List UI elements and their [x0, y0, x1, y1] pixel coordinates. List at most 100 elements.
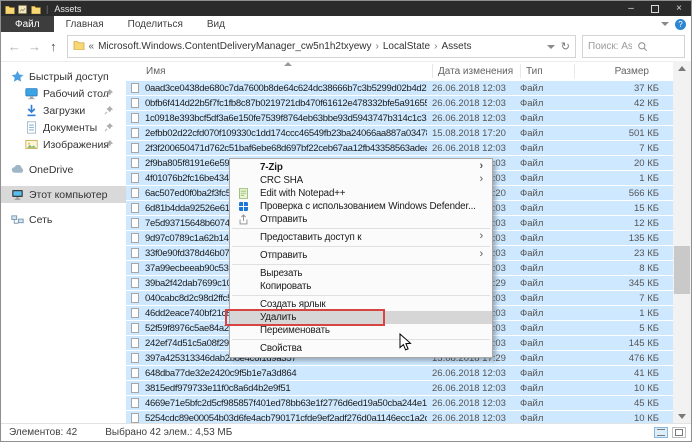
file-type: Файл	[520, 397, 544, 409]
address-bar[interactable]: « Microsoft.Windows.ContentDeliveryManag…	[66, 35, 576, 58]
file-size: 23 КБ	[634, 247, 659, 259]
file-type: Файл	[520, 307, 544, 319]
column-header-name[interactable]: Имя	[126, 64, 433, 78]
file-date: 26.06.2018 12:03	[432, 412, 506, 424]
sidebar-item-network[interactable]: Сеть	[1, 211, 126, 228]
menu-item-проверка-с-использованием-windows-defender-[interactable]: Проверка с использованием Windows Defend…	[230, 200, 492, 213]
sidebar-item-label: Быстрый доступ	[29, 70, 109, 83]
qa-properties-icon[interactable]	[18, 4, 28, 14]
icons-view-button[interactable]	[672, 427, 686, 438]
column-header-size[interactable]: Размер	[575, 64, 673, 78]
menu-item-удалить[interactable]: Удалить	[225, 309, 492, 326]
scroll-down-icon[interactable]	[673, 409, 691, 424]
tab-share[interactable]: Поделиться	[116, 16, 195, 32]
qa-newfolder-icon[interactable]	[31, 5, 41, 14]
file-icon	[131, 203, 139, 213]
sidebar-item-label: Рабочий стол	[43, 87, 109, 100]
file-name: 5254cdc89e00054b03d6fe4acb790171cfde9ef2…	[145, 412, 427, 424]
sidebar-item-star[interactable]: Быстрый доступ	[1, 68, 126, 85]
file-row[interactable]: 2f3f200650471d762c51baf6ebe68d697bf22ceb…	[126, 141, 673, 156]
tab-home[interactable]: Главная	[54, 16, 116, 32]
maximize-button[interactable]	[643, 1, 667, 16]
menu-item-label: Создать ярлык	[260, 299, 326, 310]
up-button[interactable]: ↑	[50, 40, 57, 53]
menu-item-label: Копировать	[260, 281, 312, 292]
file-type: Файл	[520, 217, 544, 229]
pin-icon	[104, 139, 114, 152]
file-type: Файл	[520, 352, 544, 364]
menu-item-edit-with-notepad++[interactable]: Edit with Notepad++	[230, 187, 492, 200]
tab-file[interactable]: Файл	[1, 16, 54, 32]
file-icon	[131, 158, 139, 168]
menu-item-копировать[interactable]: Копировать	[230, 280, 492, 293]
address-dropdown-icon[interactable]	[546, 44, 555, 49]
desktop-icon	[25, 87, 38, 100]
file-type: Файл	[520, 262, 544, 274]
file-row[interactable]: 0bfb6f414d22b5f7fc1fb8c87b0219721db470f6…	[126, 96, 673, 111]
help-icon[interactable]: ?	[675, 18, 686, 30]
menu-item-crc-sha[interactable]: CRC SHA ›	[230, 174, 492, 187]
breadcrumb-overflow[interactable]: «	[89, 41, 95, 52]
file-size: 5 КБ	[639, 112, 659, 124]
menu-item-label: CRC SHA	[260, 175, 304, 186]
ribbon-expand-icon[interactable]	[661, 22, 669, 26]
search-box[interactable]: Поиск: Assets	[582, 35, 685, 58]
tab-view[interactable]: Вид	[195, 16, 237, 32]
file-row[interactable]: 0aad3ce0438de680c7da7600b8de64c624dc3866…	[126, 81, 673, 96]
scroll-up-icon[interactable]	[673, 61, 691, 76]
menu-item-label: Edit with Notepad++	[260, 188, 346, 199]
column-header-date[interactable]: Дата изменения	[433, 64, 521, 78]
menu-item-создать-ярлык[interactable]: Создать ярлык	[230, 298, 492, 311]
file-type: Файл	[520, 247, 544, 259]
menu-item-переименовать[interactable]: Переименовать	[230, 324, 492, 337]
breadcrumb-segment-3[interactable]: Assets	[441, 41, 471, 52]
file-row[interactable]: 648dba77de32e2420c9f5b1e7a3d864 26.06.201…	[126, 366, 673, 381]
file-size: 10 КБ	[634, 412, 659, 424]
file-size: 345 КБ	[628, 277, 659, 289]
computer-icon	[11, 188, 24, 201]
search-icon[interactable]	[632, 41, 681, 52]
document-icon	[25, 121, 38, 134]
file-row[interactable]: 2efbb02d22cfd070f109330c1dd174ccc46549fb…	[126, 126, 673, 141]
menu-item-label: 7-Zip	[260, 162, 283, 173]
menu-item-отправить[interactable]: Отправить	[230, 213, 492, 226]
window-controls: – ×	[619, 1, 691, 16]
minimize-button[interactable]: –	[619, 1, 643, 16]
refresh-icon[interactable]: ↻	[561, 40, 570, 53]
menu-item-свойства[interactable]: Свойства	[230, 342, 492, 355]
sidebar-item-computer[interactable]: Этот компьютер	[1, 186, 126, 203]
menu-item-отправить[interactable]: Отправить ›	[230, 249, 492, 262]
star-icon	[11, 70, 24, 83]
picture-icon	[25, 138, 38, 151]
sidebar-item-document[interactable]: Документы	[1, 119, 126, 136]
file-row[interactable]: 4669e71e5bfc2d5cf985857f401ed78bb63e1f27…	[126, 396, 673, 411]
file-size: 566 КБ	[628, 187, 659, 199]
file-icon	[131, 383, 139, 393]
menu-item-предоставить-доступ-к[interactable]: Предоставить доступ к ›	[230, 231, 492, 244]
file-type: Файл	[520, 367, 544, 379]
menu-item-вырезать[interactable]: Вырезать	[230, 267, 492, 280]
close-button[interactable]: ×	[667, 1, 691, 16]
sidebar-item-picture[interactable]: Изображения	[1, 136, 126, 153]
sidebar-item-cloud[interactable]: OneDrive	[1, 161, 126, 178]
sidebar-item-desktop[interactable]: Рабочий стол	[1, 85, 126, 102]
details-view-button[interactable]	[654, 427, 668, 438]
file-icon	[131, 263, 139, 273]
file-type: Файл	[520, 292, 544, 304]
selection-summary: Выбрано 42 элем.: 4,53 МБ	[105, 427, 233, 438]
forward-button[interactable]: →	[28, 40, 41, 53]
breadcrumb-segment-2[interactable]: LocalState	[383, 41, 430, 52]
file-row[interactable]: 3815edf979733e11f0c8a6d4b2e9f51 26.06.201…	[126, 381, 673, 396]
vertical-scrollbar[interactable]	[673, 61, 691, 424]
file-icon	[131, 323, 139, 333]
file-icon	[131, 233, 139, 243]
sidebar-item-download[interactable]: Загрузки	[1, 102, 126, 119]
menu-item-7-zip[interactable]: 7-Zip ›	[230, 161, 492, 174]
search-placeholder: Поиск: Assets	[588, 41, 632, 52]
breadcrumb-segment-1[interactable]: Microsoft.Windows.ContentDeliveryManager…	[98, 41, 371, 52]
column-header-type[interactable]: Тип	[521, 64, 575, 78]
file-row[interactable]: 1c0918e393bcf5df3a6e150fe7539f8764eb63bb…	[126, 111, 673, 126]
file-type: Файл	[520, 382, 544, 394]
back-button[interactable]: ←	[8, 40, 21, 53]
scrollbar-thumb[interactable]	[674, 246, 690, 294]
